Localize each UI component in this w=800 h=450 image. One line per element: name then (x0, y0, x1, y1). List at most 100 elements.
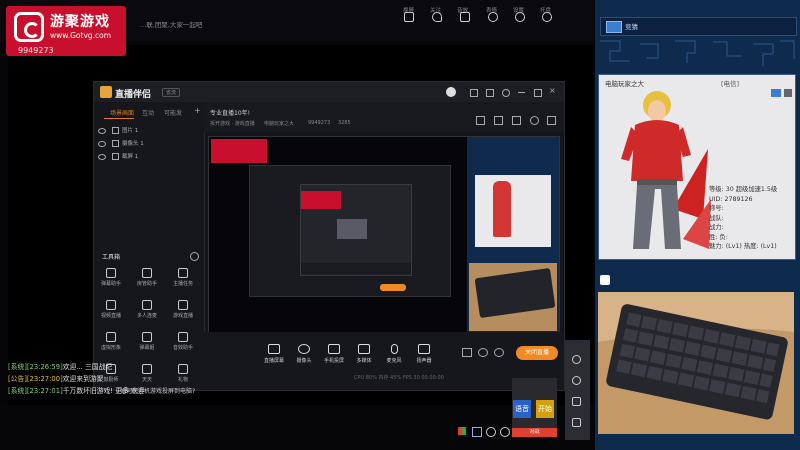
streaming-app-window: 直播伴侣 省流 × 场景画面 互动 可能发 + 图片 1 摄像头 1 截屏 1 … (93, 81, 565, 391)
panel-mini-icon-2[interactable] (784, 89, 792, 97)
lock-icon[interactable] (476, 116, 485, 125)
right-panel-title[interactable]: 竞猜 (625, 21, 638, 31)
character-info: 等级: 30 超级加速1.5级 UID: 2789126 称号: 战队: 战力:… (709, 185, 777, 252)
character-illustration (621, 91, 711, 249)
video-icon (106, 300, 116, 310)
tool-game[interactable]: 游戏直播 (168, 300, 198, 319)
voice-button[interactable]: 语音 (513, 400, 531, 418)
media-icon (358, 344, 370, 354)
scene-item[interactable]: 摄像头 1 (98, 139, 144, 147)
eye-icon[interactable] (98, 140, 106, 147)
app-logo-icon (100, 86, 112, 98)
top-label-0: 换屏 (403, 8, 415, 14)
tool-sound[interactable]: 音效助手 (168, 332, 198, 351)
camera-toggle-icon[interactable] (600, 275, 610, 285)
screen-icon (112, 153, 119, 160)
settings-gear-icon[interactable] (572, 376, 581, 385)
sound-icon (178, 332, 188, 342)
camera-icon (298, 344, 310, 354)
chat-bubble-icon[interactable] (572, 355, 581, 364)
tool-danmu[interactable]: 弹幕助手 (96, 268, 126, 287)
download-icon (142, 300, 152, 310)
layout-icon[interactable] (494, 116, 503, 125)
preview-logo (211, 139, 267, 163)
logo-mark-icon (14, 12, 44, 42)
battle-button[interactable]: 对战 (512, 428, 557, 437)
character-card: 电脑玩家之大 [电信] 等级: 30 超级加速1.5级 UID: 2789126… (598, 74, 796, 260)
tray-icon-2[interactable] (486, 427, 496, 437)
avatar[interactable] (446, 87, 456, 97)
tool-avatar[interactable]: 虚拟形象 (96, 332, 126, 351)
toolbox-settings-icon[interactable] (190, 252, 199, 261)
tool-task[interactable]: 主播任务 (168, 268, 198, 287)
nested-preview (337, 219, 367, 239)
start-live-button[interactable]: 关闭直播 (516, 346, 558, 360)
stream-preview[interactable] (208, 136, 560, 334)
app-name: 直播伴侣 (115, 90, 152, 100)
minimize-icon[interactable] (518, 92, 525, 93)
copy-icon[interactable] (512, 116, 521, 125)
panel-pattern (600, 40, 795, 66)
mail-icon[interactable] (486, 89, 494, 97)
panel-mini-icon[interactable] (771, 89, 781, 97)
scene-item[interactable]: 图片 1 (98, 126, 138, 134)
character-server: [电信] (721, 80, 740, 88)
keyboard-photo (598, 292, 794, 434)
preview-keyboard (474, 267, 556, 319)
top-label-4: 设置 (513, 8, 525, 14)
info-uid: UID: 2789126 (709, 195, 753, 203)
tool-admin[interactable]: 房管助手 (132, 268, 162, 287)
start-game-button[interactable]: 开始 (536, 400, 554, 418)
top-label-3: 表情 (486, 8, 498, 14)
windows-icon[interactable] (458, 427, 466, 435)
info-charm: 魅力: (Lv1) 热度: (Lv1) (709, 243, 777, 250)
info-level: 等级: 30 超级加速1.5级 (709, 186, 778, 193)
screen-icon (268, 344, 280, 354)
add-scene-icon[interactable]: + (194, 106, 201, 115)
eye-icon[interactable] (98, 153, 106, 160)
scene-item[interactable]: 截屏 1 (98, 152, 138, 160)
gift-icon[interactable] (470, 89, 478, 97)
stream-title: 专业直播10年! (210, 110, 251, 117)
stream-category[interactable]: 拆开游戏 · 游戏直播 (210, 120, 255, 127)
tray-icon-3[interactable] (500, 427, 510, 437)
share-icon[interactable] (547, 116, 556, 125)
tab-interact[interactable]: 互动 (142, 108, 154, 117)
settings-icon[interactable] (502, 89, 510, 97)
tray-icon[interactable] (472, 427, 482, 437)
top-label-5: 托盘 (540, 8, 552, 14)
character-name: 电脑玩家之大 (605, 80, 644, 88)
swap-icon[interactable] (572, 418, 581, 427)
info-team: 战队: (709, 214, 724, 222)
document-icon[interactable] (572, 397, 581, 406)
game-icon (178, 300, 188, 310)
eye-icon[interactable] (98, 127, 106, 134)
tab-more[interactable]: 可能发 (164, 108, 182, 117)
tool-video[interactable]: 视频直播 (96, 300, 126, 319)
scene-panel: 场景画面 互动 可能发 + 图片 1 摄像头 1 截屏 1 工具箱 弹幕助手 房… (94, 102, 205, 390)
tab-underline (104, 118, 134, 119)
maximize-icon[interactable] (534, 89, 542, 97)
microphone-icon (390, 344, 398, 354)
tool-multi[interactable]: 多人连麦 (132, 300, 162, 319)
preview-character (493, 181, 511, 237)
settings-preview-icon[interactable] (530, 116, 539, 125)
notice-link[interactable]: 如何把手机游戏投屏到电脑? (120, 386, 195, 395)
toolbox-label: 工具箱 (102, 254, 121, 261)
tab-scenes[interactable]: 场景画面 (110, 108, 134, 117)
chat-line: [公告][23:27:00]欢迎来到游聚 (8, 375, 104, 383)
info-title: 称号: (709, 205, 724, 212)
app-badge: 省流 (162, 88, 181, 97)
tool-danmuji[interactable]: 弹幕姬 (132, 332, 162, 351)
nested-start-button (380, 284, 406, 291)
top-label-1: 关注 (430, 8, 442, 14)
speaker-icon (418, 344, 430, 354)
room-id: 9949273 (18, 46, 54, 55)
preview-character-card (475, 175, 551, 247)
right-tool-strip (565, 340, 590, 440)
close-icon[interactable]: × (549, 86, 556, 95)
stream-meta-count: 3285 (338, 120, 351, 126)
guess-icon[interactable] (606, 21, 622, 33)
info-power: 战力: (709, 224, 724, 231)
side-buttons: 语音 开始 对战 (512, 378, 557, 437)
